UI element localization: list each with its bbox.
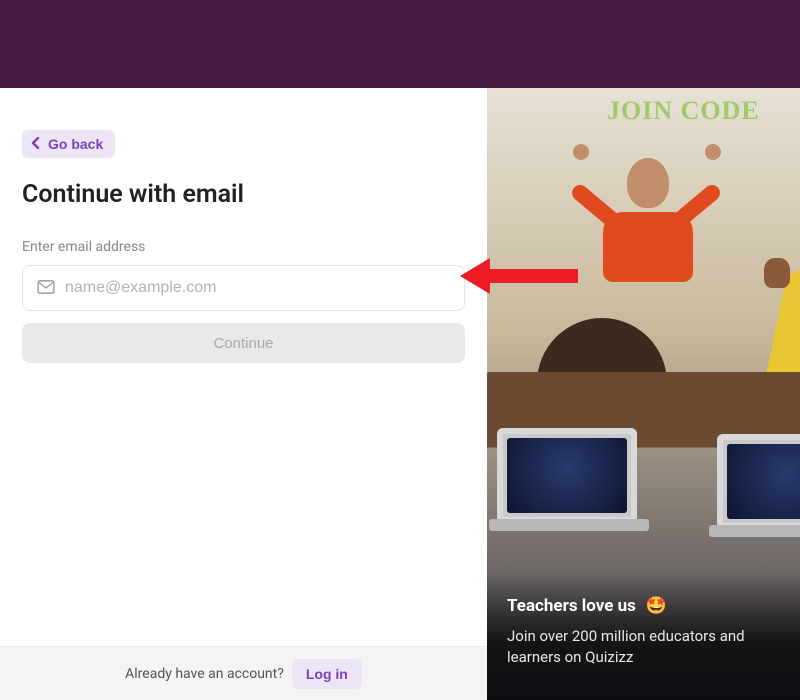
page-title: Continue with email [22,180,465,209]
email-label: Enter email address [22,239,465,255]
chevron-left-icon [30,136,42,152]
envelope-icon [37,279,65,298]
go-back-button[interactable]: Go back [22,130,115,158]
login-button[interactable]: Log in [292,659,362,689]
signup-footer: Already have an account? Log in [0,646,487,700]
star-struck-emoji-icon: 🤩 [646,596,667,616]
email-input-wrapper[interactable] [22,265,465,311]
promo-subtitle: Join over 200 million educators and lear… [507,626,780,668]
chalkboard-text: JOIN CODE [607,96,760,126]
content-area: Go back Continue with email Enter email … [0,88,800,700]
laptop-illustration [717,434,800,529]
signup-panel: Go back Continue with email Enter email … [0,88,487,700]
laptop-illustration [497,428,637,523]
student-hand-illustration [764,258,790,288]
promo-panel: JOIN CODE Teachers love us 🤩 Join over 2… [487,88,800,700]
email-field[interactable] [65,279,450,297]
teacher-illustration [627,158,693,282]
promo-caption: Teachers love us 🤩 Join over 200 million… [487,574,800,700]
go-back-label: Go back [48,136,103,152]
app-header [0,0,800,88]
promo-title: Teachers love us [507,596,636,616]
footer-prompt: Already have an account? [125,666,284,682]
continue-button[interactable]: Continue [22,323,465,363]
